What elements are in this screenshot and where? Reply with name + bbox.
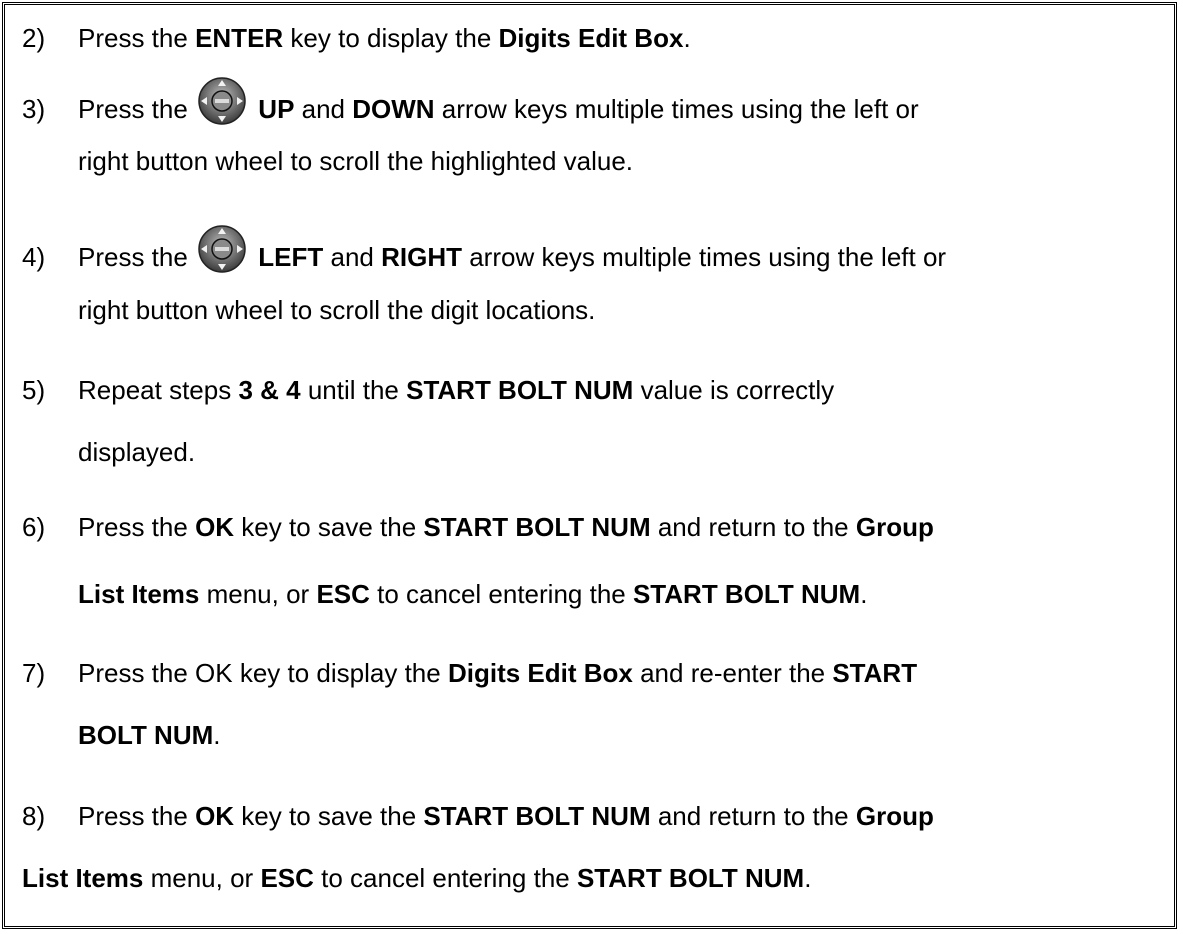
text-segment: value is correctly — [633, 375, 835, 405]
text-segment: key to display the — [283, 23, 499, 53]
text-segment: Press the OK key to display the — [78, 658, 448, 688]
text-segment: . — [804, 863, 812, 893]
bold-text: OK — [195, 801, 235, 831]
text-segment: to cancel entering the — [369, 579, 633, 609]
text-segment: to cancel entering the — [313, 863, 577, 893]
text-segment: . — [213, 720, 221, 750]
text-segment: right button wheel to scroll the digit l… — [78, 295, 596, 325]
text-segment: menu, or — [199, 579, 317, 609]
text-segment: Press the — [78, 801, 196, 831]
text-segment: arrow keys multiple times using the left… — [462, 242, 947, 272]
step-8-continuation: List Items menu, or ESC to cancel enteri… — [22, 855, 811, 901]
bold-text: START — [832, 658, 918, 688]
text-segment: key to save the — [234, 801, 424, 831]
bold-text: Digits Edit Box — [498, 23, 684, 53]
bold-text: DOWN — [352, 94, 435, 124]
step-5-line: 5) Repeat steps 3 & 4 until the START BOL… — [22, 367, 834, 413]
text-segment: Repeat steps — [78, 375, 239, 405]
step-3-line: 3) Press the UP and DOWN arrow keys multi… — [22, 76, 919, 132]
text-segment: Press the — [78, 242, 196, 272]
bold-text: RIGHT — [381, 242, 462, 272]
dpad-enter-icon — [197, 76, 247, 126]
bold-text: ESC — [316, 579, 370, 609]
bold-text: LEFT — [251, 242, 324, 272]
bold-text: List Items — [78, 579, 200, 609]
text-segment: and re-enter the — [632, 658, 833, 688]
bold-text: START BOLT NUM — [423, 801, 651, 831]
text-segment: key to save the — [234, 512, 424, 542]
step-2-line: 2) Press the ENTER key to display the Dig… — [22, 15, 691, 61]
bold-text: Group — [855, 801, 934, 831]
text-segment: until the — [300, 375, 407, 405]
step-7-continuation: BOLT NUM. — [78, 712, 221, 758]
bold-text: START BOLT NUM — [576, 863, 805, 893]
step-5-continuation: displayed. — [78, 429, 195, 475]
bold-text: 3 & 4 — [238, 375, 301, 405]
bold-text: UP — [251, 94, 295, 124]
text-segment: . — [860, 579, 868, 609]
step-number: 8) — [22, 801, 46, 831]
step-3-continuation: right button wheel to scroll the highlig… — [78, 138, 633, 184]
text-segment: menu, or — [143, 863, 261, 893]
step-4-continuation: right button wheel to scroll the digit l… — [78, 287, 595, 333]
dpad-enter-icon — [197, 224, 247, 274]
text-segment: right button wheel to scroll the highlig… — [78, 146, 634, 176]
text-segment: and return to the — [650, 512, 856, 542]
bold-text: START BOLT NUM — [423, 512, 651, 542]
text-segment: Press the — [78, 512, 196, 542]
bold-text: START BOLT NUM — [406, 375, 634, 405]
text-segment: Press the — [78, 94, 196, 124]
bold-text: ENTER — [195, 23, 284, 53]
step-6-line: 6) Press the OK key to save the START BOL… — [22, 504, 934, 550]
step-number: 6) — [22, 512, 46, 542]
step-7-line: 7) Press the OK key to display the Digits… — [22, 650, 917, 696]
text-segment: displayed. — [78, 437, 196, 467]
text-segment: and — [294, 94, 353, 124]
text-segment: and — [323, 242, 382, 272]
step-8-line: 8) Press the OK key to save the START BOL… — [22, 793, 934, 839]
step-number: 7) — [22, 658, 46, 688]
step-number: 4) — [22, 242, 46, 272]
step-number: 5) — [22, 375, 46, 405]
bold-text: BOLT NUM — [78, 720, 214, 750]
bold-text: List Items — [22, 863, 144, 893]
bold-text: Digits Edit Box — [447, 658, 633, 688]
step-4-line: 4) Press the LEFT and RIGHT arrow keys mu… — [22, 224, 946, 280]
bold-text: ESC — [260, 863, 314, 893]
step-number: 2) — [22, 23, 46, 53]
text-segment: Press the — [78, 23, 196, 53]
bold-text: OK — [195, 512, 235, 542]
step-6-continuation: List Items menu, or ESC to cancel enteri… — [78, 571, 867, 617]
bold-text: Group — [855, 512, 934, 542]
bold-text: START BOLT NUM — [632, 579, 861, 609]
step-number: 3) — [22, 94, 46, 124]
text-segment: and return to the — [650, 801, 856, 831]
text-segment: arrow keys multiple times using the left… — [434, 94, 919, 124]
text-segment: . — [683, 23, 691, 53]
